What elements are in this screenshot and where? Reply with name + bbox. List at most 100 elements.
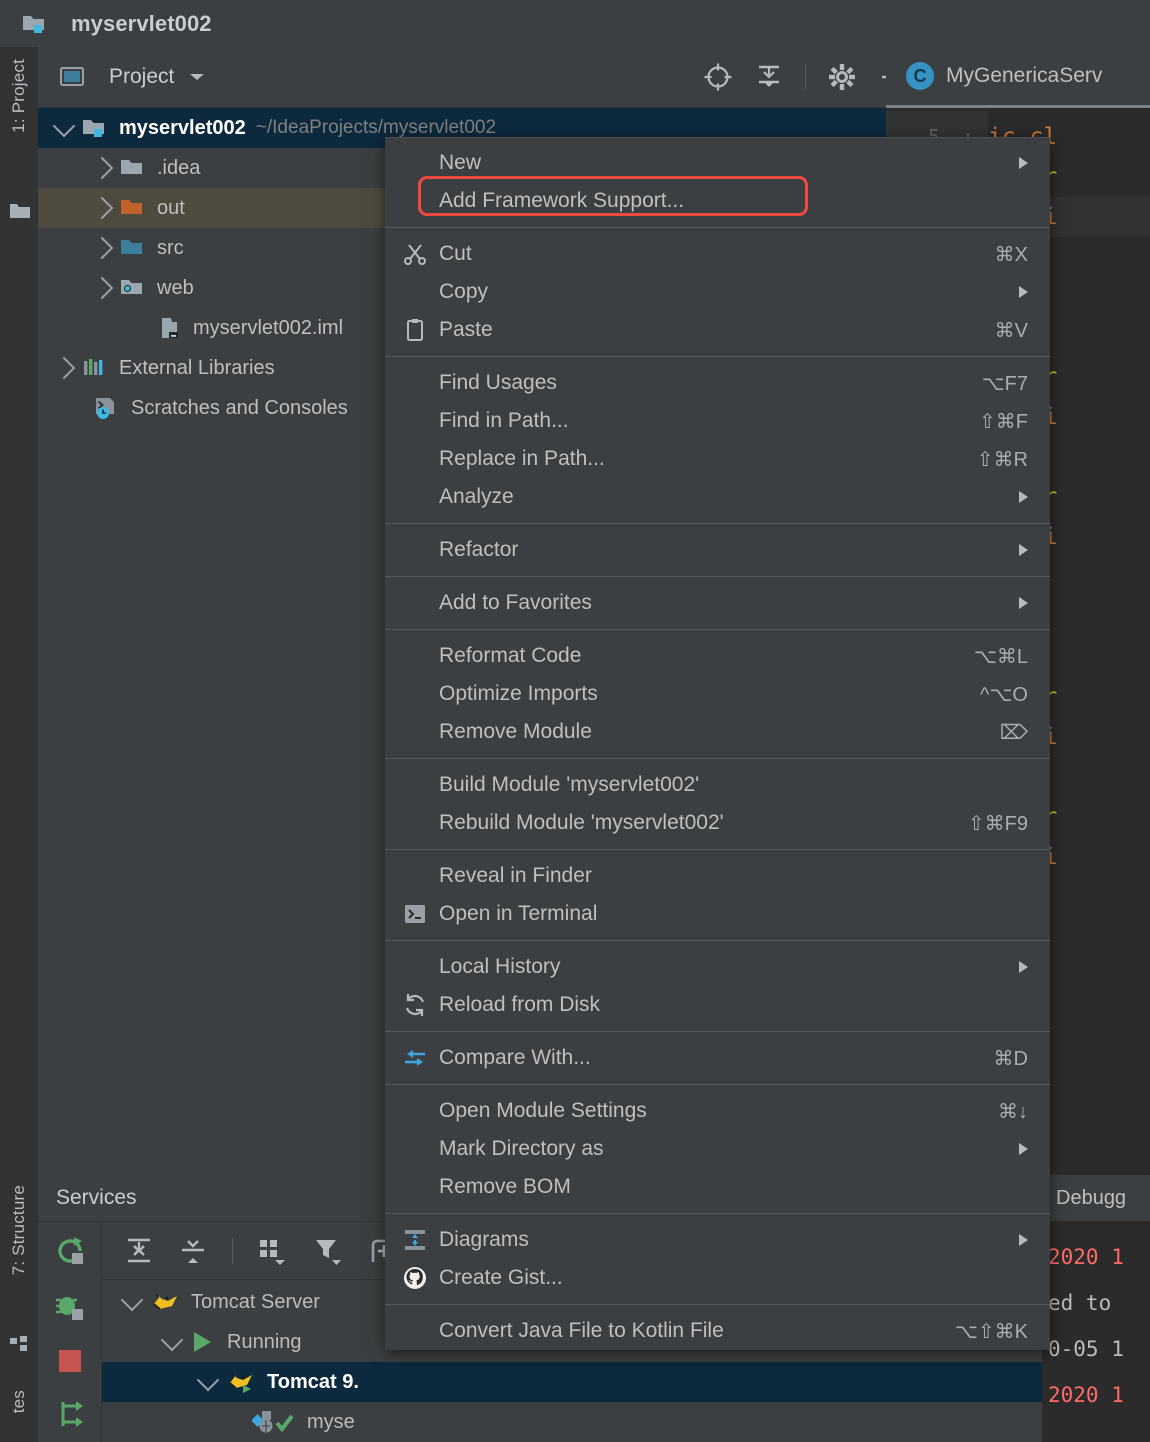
submenu-arrow-icon (1019, 961, 1028, 973)
menu-item-compare-with[interactable]: Compare With... ⌘D (385, 1039, 1050, 1077)
submenu-arrow-icon (1019, 1143, 1028, 1155)
sidebar-item-project[interactable]: 1: Project (9, 59, 29, 133)
menu-separator (385, 576, 1050, 577)
menu-item-replace-in-path[interactable]: Replace in Path... ⇧⌘R (385, 440, 1050, 478)
menu-item-open-module-settings[interactable]: Open Module Settings ⌘↓ (385, 1092, 1050, 1130)
chevron-right-icon[interactable] (52, 356, 76, 380)
source-folder-icon (120, 237, 146, 259)
expand-all-icon[interactable] (124, 1236, 154, 1266)
sidebar-item-favorites[interactable]: tes (9, 1390, 29, 1413)
menu-label: Refactor (439, 538, 519, 561)
menu-item-build-module[interactable]: Build Module 'myservlet002' (385, 766, 1050, 804)
menu-item-find-usages[interactable]: Find Usages ⌥F7 (385, 364, 1050, 402)
chevron-down-icon[interactable] (196, 1368, 220, 1391)
menu-item-optimize-imports[interactable]: Optimize Imports ^⌥O (385, 675, 1050, 713)
submenu-arrow-icon (1019, 544, 1028, 556)
sidebar-item-structure[interactable]: 7: Structure (9, 1185, 29, 1275)
menu-separator (385, 227, 1050, 228)
menu-item-analyze[interactable]: Analyze (385, 478, 1050, 516)
console-output[interactable]: 2020 1 ed to 0-05 1 2020 1 (1042, 1222, 1150, 1418)
module-folder-icon (22, 13, 48, 35)
menu-item-refactor[interactable]: Refactor (385, 531, 1050, 569)
menu-item-local-history[interactable]: Local History (385, 948, 1050, 986)
libraries-icon (82, 357, 108, 379)
chevron-right-icon[interactable] (90, 196, 114, 220)
menu-item-copy[interactable]: Copy (385, 273, 1050, 311)
debug-icon[interactable] (53, 1290, 87, 1324)
tab-mygenericaserv[interactable]: MyGenericaServ (946, 64, 1102, 88)
menu-accelerator: ⌘↓ (998, 1100, 1028, 1123)
github-icon (403, 1266, 427, 1290)
menu-accelerator: ⌥F7 (981, 372, 1028, 395)
left-toolwindow-stripe-top: 1: Project (0, 47, 38, 1175)
menu-label: New (439, 151, 482, 174)
filter-icon[interactable] (313, 1236, 345, 1266)
chevron-down-icon[interactable] (160, 1328, 184, 1351)
menu-accelerator: ⌥⇧⌘K (954, 1320, 1028, 1343)
tree-label: .idea (157, 156, 201, 179)
menu-item-reformat-code[interactable]: Reformat Code ⌥⌘L (385, 637, 1050, 675)
locate-icon[interactable] (703, 62, 733, 92)
console-line: ed to (1048, 1291, 1112, 1315)
menu-label: Open Module Settings (439, 1099, 647, 1122)
menu-label: Optimize Imports (439, 682, 598, 705)
menu-item-new[interactable]: New (385, 144, 1050, 182)
menu-label: Find in Path... (439, 409, 569, 432)
group-by-icon[interactable] (257, 1236, 289, 1266)
submenu-arrow-icon (1019, 157, 1028, 169)
chevron-right-icon[interactable] (90, 156, 114, 180)
menu-item-mark-directory-as[interactable]: Mark Directory as (385, 1130, 1050, 1168)
chevron-down-icon[interactable] (120, 1288, 144, 1311)
collapse-all-icon[interactable] (755, 63, 783, 91)
menu-item-remove-bom[interactable]: Remove BOM (385, 1168, 1050, 1206)
chevron-down-icon[interactable] (52, 114, 76, 137)
menu-item-add-framework-support[interactable]: Add Framework Support... (385, 182, 1050, 220)
folder-icon (120, 157, 146, 179)
menu-label: Diagrams (439, 1228, 529, 1251)
tree-label: myservlet002.iml (193, 316, 344, 339)
deploy-icon[interactable] (53, 1398, 87, 1430)
menu-label: Reveal in Finder (439, 864, 592, 887)
menu-accelerator: ⌦ (999, 721, 1028, 744)
iml-file-icon (158, 316, 182, 340)
menu-accelerator: ^⌥O (980, 683, 1028, 706)
menu-accelerator: ⌥⌘L (973, 645, 1028, 668)
menu-item-find-in-path[interactable]: Find in Path... ⇧⌘F (385, 402, 1050, 440)
project-context-menu[interactable]: New Add Framework Support... Cut ⌘X Copy (385, 137, 1050, 1350)
tab-debugger[interactable]: Debugg (1042, 1175, 1150, 1222)
menu-item-convert-java-to-kotlin[interactable]: Convert Java File to Kotlin File ⌥⇧⌘K (385, 1312, 1050, 1350)
menu-item-diagrams[interactable]: Diagrams (385, 1221, 1050, 1259)
chevron-down-icon[interactable] (188, 71, 206, 83)
menu-item-reload-from-disk[interactable]: Reload from Disk (385, 986, 1050, 1024)
services-label: Tomcat 9. (267, 1370, 359, 1393)
console-line: 2020 1 (1048, 1245, 1124, 1269)
toolbar-divider (232, 1237, 233, 1264)
stop-icon[interactable] (55, 1346, 85, 1376)
menu-item-add-to-favorites[interactable]: Add to Favorites (385, 584, 1050, 622)
services-row-tomcat-9[interactable]: Tomcat 9. (102, 1362, 1150, 1402)
chevron-right-icon[interactable] (90, 236, 114, 260)
project-panel-header: Project (38, 47, 924, 108)
project-panel-title: Project (109, 65, 175, 88)
menu-item-open-in-terminal[interactable]: Open in Terminal (385, 895, 1050, 933)
rerun-icon[interactable] (53, 1234, 87, 1268)
menu-item-reveal-in-finder[interactable]: Reveal in Finder (385, 857, 1050, 895)
tree-label: src (157, 236, 184, 259)
services-side-toolbar (38, 1222, 102, 1442)
services-row-artifact[interactable]: myse (102, 1402, 1150, 1442)
menu-item-create-gist[interactable]: Create Gist... (385, 1259, 1050, 1297)
diagram-icon (403, 1228, 427, 1252)
chevron-right-icon[interactable] (90, 276, 114, 300)
reload-icon (403, 993, 427, 1017)
toolbar-divider (805, 64, 806, 90)
gear-icon[interactable] (828, 63, 856, 91)
menu-item-paste[interactable]: Paste ⌘V (385, 311, 1050, 349)
collapse-all-icon[interactable] (178, 1236, 208, 1266)
menu-separator (385, 1084, 1050, 1085)
tomcat-run-icon (226, 1370, 256, 1394)
menu-item-cut[interactable]: Cut ⌘X (385, 235, 1050, 273)
menu-item-rebuild-module[interactable]: Rebuild Module 'myservlet002' ⇧⌘F9 (385, 804, 1050, 842)
java-class-icon: C (906, 62, 934, 90)
menu-accelerator: ⌘V (994, 319, 1028, 342)
menu-item-remove-module[interactable]: Remove Module ⌦ (385, 713, 1050, 751)
